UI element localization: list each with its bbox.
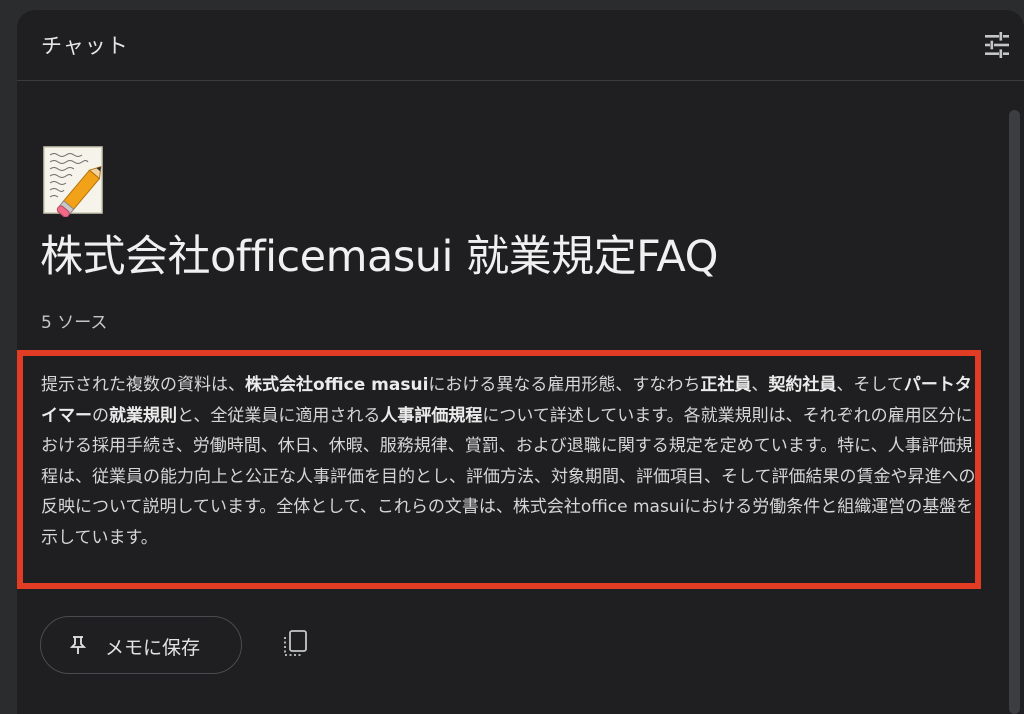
summary-keyword: 正社員: [700, 375, 752, 395]
notebook-title: 株式会社officemasui 就業規定FAQ: [40, 232, 718, 282]
summary-segment: 、: [751, 375, 769, 395]
summary-segment: について詳述しています。各就業規則は、それぞれの雇用区分における採用手続き、労働…: [41, 405, 976, 548]
summary-text: 提示された複数の資料は、株式会社office masuiにおける異なる雇用形態、…: [41, 370, 981, 553]
summary-segment: と、全従業員に適用される: [177, 405, 381, 426]
save-to-note-label: メモに保存: [105, 637, 201, 659]
scrollbar[interactable]: [1009, 110, 1020, 714]
summary-keyword: 株式会社office masui: [245, 375, 429, 395]
chat-panel: チャット 株式会社officemasui 就業規定FAQ 5 ソース 提示された…: [17, 10, 1024, 714]
save-to-note-button[interactable]: メモに保存: [40, 616, 242, 674]
summary-keyword: 就業規則: [109, 405, 177, 426]
tune-icon[interactable]: [982, 30, 1012, 60]
summary-keyword: 人事評価規程: [380, 405, 483, 426]
pin-icon: [69, 636, 87, 654]
source-count: 5 ソース: [41, 313, 108, 333]
chat-header: チャット: [17, 10, 1024, 81]
summary-segment: の: [92, 405, 109, 426]
summary-segment: における異なる雇用形態、すなわち: [428, 375, 701, 395]
summary-highlight-box: 提示された複数の資料は、株式会社office masuiにおける異なる雇用形態、…: [17, 350, 981, 589]
summary-segment: 提示された複数の資料は、: [41, 375, 245, 395]
copy-icon[interactable]: [280, 628, 312, 660]
summary-keyword: 契約社員: [768, 375, 837, 395]
summary-segment: 、そして: [836, 375, 904, 395]
memo-pencil-icon: [43, 146, 103, 217]
chat-title: チャット: [41, 34, 129, 58]
